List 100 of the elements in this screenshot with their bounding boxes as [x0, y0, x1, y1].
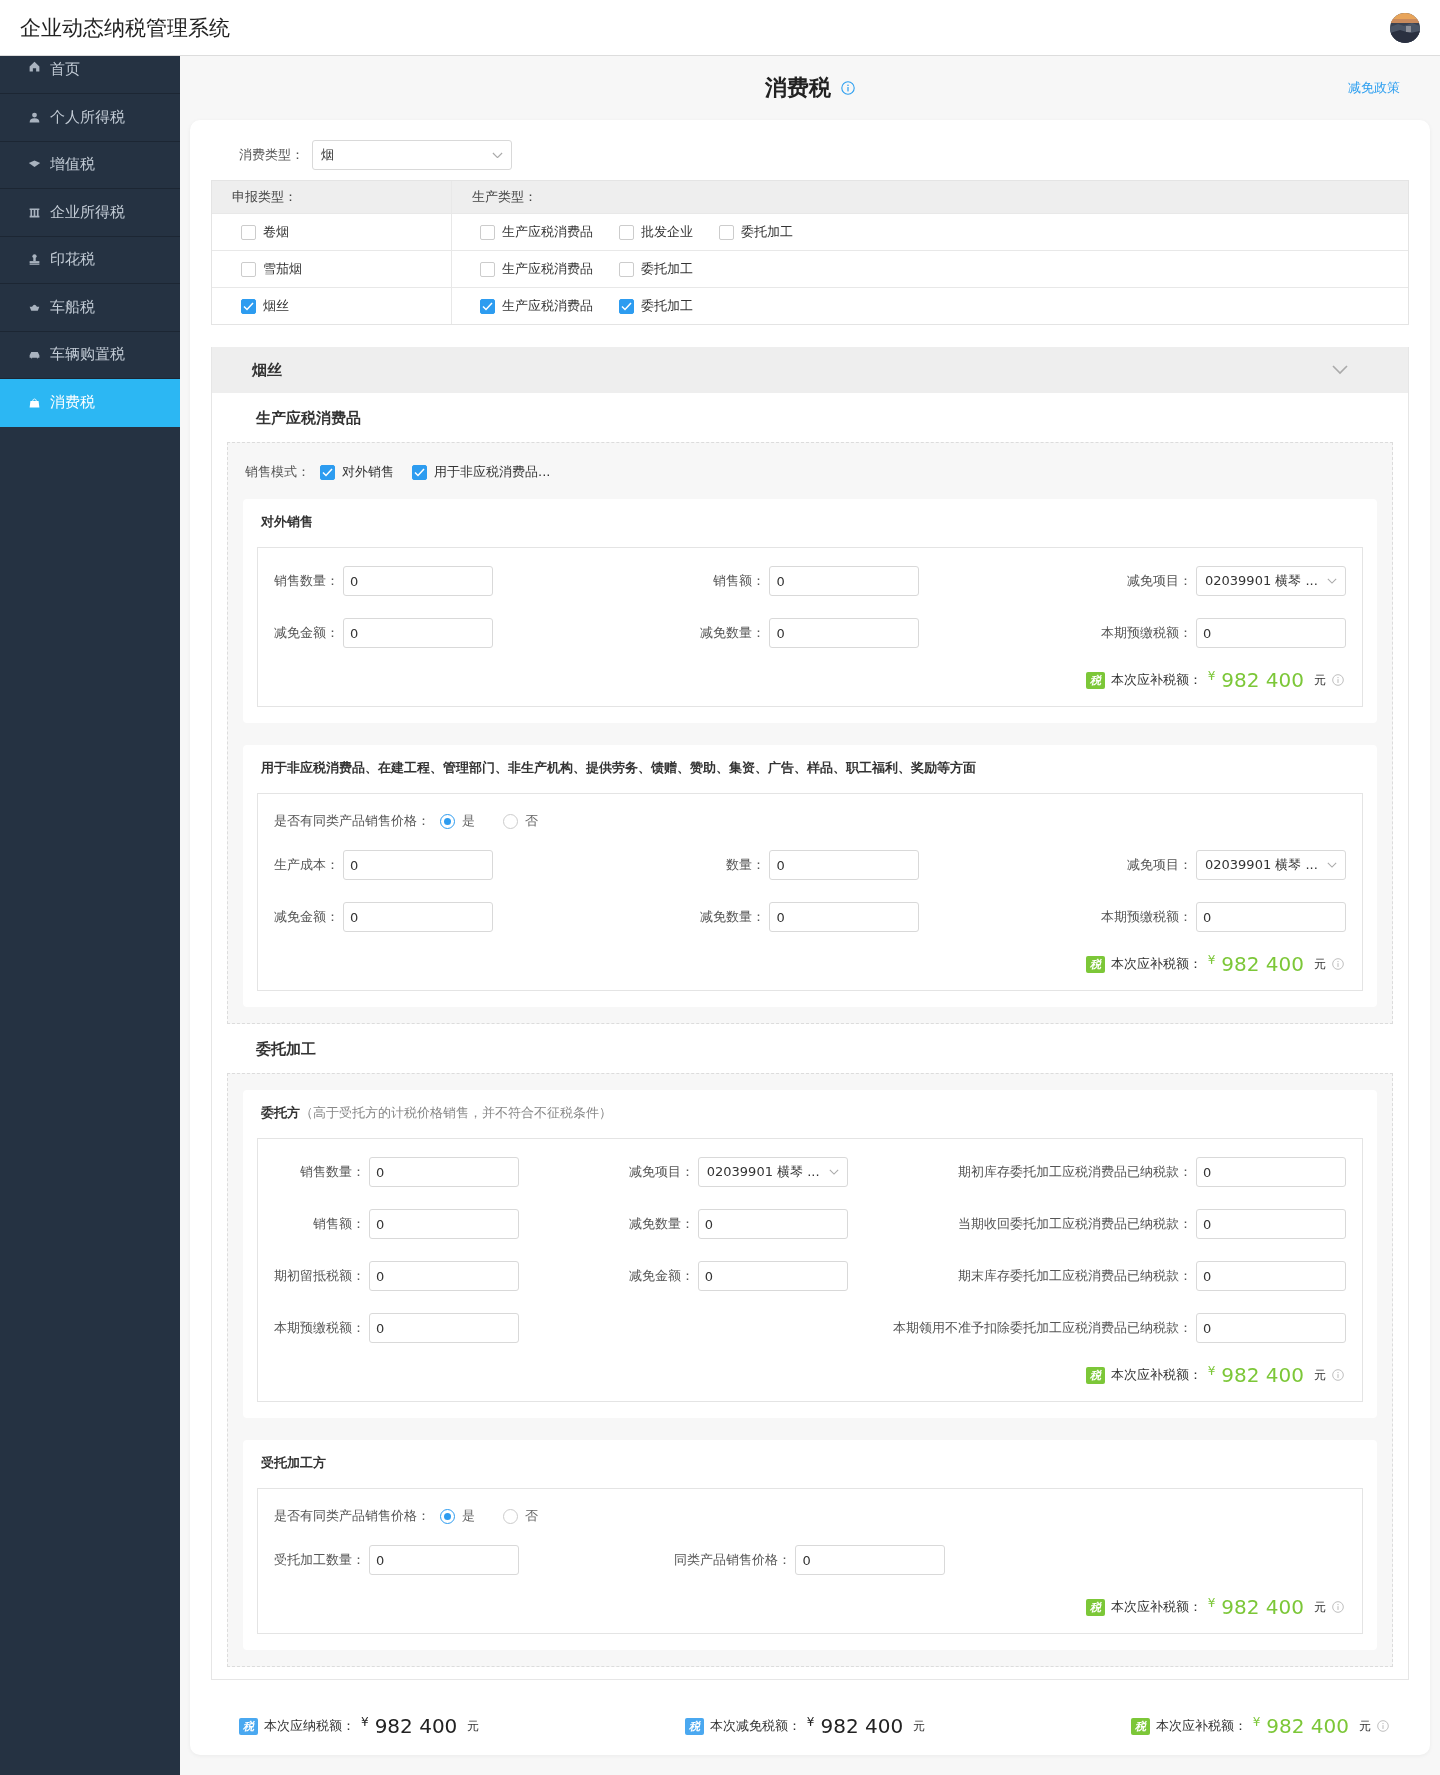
checkbox[interactable]	[412, 464, 427, 480]
select-field[interactable]: 烟	[312, 140, 512, 170]
unit-label: 元	[1359, 1717, 1371, 1735]
input-field[interactable]: 0	[369, 1313, 519, 1343]
info-icon[interactable]	[1332, 674, 1344, 686]
radio-button[interactable]	[440, 1508, 455, 1524]
sidebar-item[interactable]: 首页	[0, 56, 180, 94]
amount-value: 982 400	[1221, 952, 1304, 976]
select-field[interactable]: 02039901 横琴 ...	[1196, 850, 1346, 880]
radio-option[interactable]: 否	[503, 812, 538, 830]
production-type-option[interactable]: 委托加工	[619, 297, 693, 315]
checkbox[interactable]	[480, 261, 495, 277]
field-label: 期初库存委托加工应税消费品已纳税款：	[957, 1163, 1192, 1181]
input-field[interactable]: 0	[343, 618, 493, 648]
input-field[interactable]: 0	[343, 902, 493, 932]
tax-badge: 税	[1085, 1598, 1105, 1616]
checkbox[interactable]	[320, 464, 335, 480]
production-type-option[interactable]: 生产应税消费品	[480, 223, 593, 241]
checkbox-label: 委托加工	[641, 260, 693, 278]
checkbox[interactable]	[480, 224, 495, 240]
checkbox[interactable]	[241, 224, 256, 240]
checkbox[interactable]	[241, 261, 256, 277]
card-title: 委托方（高于受托方的计税价格销售，并不符合不征税条件）	[261, 1104, 613, 1122]
checkbox[interactable]	[241, 298, 256, 314]
input-field[interactable]: 0	[1196, 902, 1346, 932]
select-field[interactable]: 02039901 横琴 ...	[697, 1157, 848, 1187]
info-icon[interactable]	[1332, 958, 1344, 970]
checkbox[interactable]	[619, 298, 634, 314]
production-type-option[interactable]: 批发企业	[619, 223, 693, 241]
currency-symbol: ¥	[1207, 1364, 1216, 1378]
caret-icon	[492, 151, 503, 159]
input-field[interactable]: 0	[1196, 618, 1346, 648]
input-field[interactable]: 0	[1196, 1313, 1346, 1343]
radio-button[interactable]	[503, 813, 518, 829]
field-label: 数量：	[725, 856, 766, 874]
input-field[interactable]: 0	[369, 1545, 519, 1575]
radio-option[interactable]: 是	[440, 812, 475, 830]
sale-mode-option[interactable]: 用于非应税消费品...	[412, 463, 551, 481]
input-field[interactable]: 0	[769, 618, 920, 648]
info-icon[interactable]	[1377, 1720, 1389, 1732]
field-label: 减免数量：	[700, 908, 766, 926]
amount-value: 982 400	[1266, 1714, 1349, 1738]
sidebar-item[interactable]: 车船税	[0, 284, 180, 332]
amount-label: 本次应补税额：	[1110, 671, 1202, 689]
production-type-option[interactable]: 委托加工	[619, 260, 693, 278]
currency-symbol: ¥	[1207, 669, 1216, 683]
checkbox-label: 生产应税消费品	[502, 297, 593, 315]
input-field[interactable]: 0	[369, 1157, 519, 1187]
field-label: 受托加工数量：	[274, 1551, 365, 1569]
field-label: 减免数量：	[628, 1215, 694, 1233]
declare-type-option[interactable]: 卷烟	[241, 223, 289, 241]
sidebar-item[interactable]: 印花税	[0, 236, 180, 284]
input-field[interactable]: 0	[697, 1209, 848, 1239]
input-field[interactable]: 0	[1196, 1261, 1346, 1291]
field-label: 减免金额：	[274, 908, 339, 926]
declare-type-option[interactable]: 烟丝	[241, 297, 289, 315]
checkbox[interactable]	[480, 298, 495, 314]
info-icon[interactable]	[1332, 1369, 1344, 1381]
input-field[interactable]: 0	[1196, 1209, 1346, 1239]
input-field[interactable]: 0	[343, 566, 493, 596]
home-icon	[28, 60, 41, 73]
radio-option[interactable]: 是	[440, 1507, 475, 1525]
collapse-header[interactable]: 烟丝	[212, 347, 1408, 393]
production-type-option[interactable]: 委托加工	[719, 223, 793, 241]
unit-label: 元	[467, 1717, 480, 1735]
input-field[interactable]: 0	[769, 566, 920, 596]
field-label: 期末库存委托加工应税消费品已纳税款：	[957, 1267, 1192, 1285]
input-field[interactable]: 0	[795, 1545, 946, 1575]
checkbox[interactable]	[619, 261, 634, 277]
sale-mode-option[interactable]: 对外销售	[320, 463, 394, 481]
select-field[interactable]: 02039901 横琴 ...	[1196, 566, 1346, 596]
input-field[interactable]: 0	[1196, 1157, 1346, 1187]
tax-badge: 税	[1130, 1717, 1150, 1735]
production-type-option[interactable]: 生产应税消费品	[480, 260, 593, 278]
info-icon[interactable]	[841, 81, 855, 95]
info-icon[interactable]	[1332, 1601, 1344, 1613]
currency-symbol: ¥	[1252, 1715, 1261, 1729]
caret-icon	[1327, 862, 1337, 868]
field-label: 销售数量：	[274, 572, 339, 590]
sidebar-item[interactable]: 企业所得税	[0, 189, 180, 237]
field-label: 消费类型：	[239, 146, 304, 164]
sidebar-item[interactable]: 个人所得税	[0, 94, 180, 142]
production-type-option[interactable]: 生产应税消费品	[480, 297, 593, 315]
radio-button[interactable]	[503, 1508, 518, 1524]
person-icon	[28, 110, 41, 124]
input-field[interactable]: 0	[769, 850, 920, 880]
currency-symbol: ¥	[1207, 1596, 1216, 1610]
field-label: 销售数量：	[299, 1163, 365, 1181]
input-field[interactable]: 0	[343, 850, 493, 880]
checkbox[interactable]	[719, 224, 734, 240]
sidebar-item[interactable]: 增值税	[0, 141, 180, 189]
input-field[interactable]: 0	[697, 1261, 848, 1291]
declare-type-option[interactable]: 雪茄烟	[241, 260, 302, 278]
radio-option[interactable]: 否	[503, 1507, 538, 1525]
input-field[interactable]: 0	[369, 1261, 519, 1291]
input-field[interactable]: 0	[369, 1209, 519, 1239]
input-field[interactable]: 0	[769, 902, 920, 932]
checkbox[interactable]	[619, 224, 634, 240]
amount-value: 982 400	[1221, 1595, 1304, 1619]
radio-button[interactable]	[440, 813, 455, 829]
